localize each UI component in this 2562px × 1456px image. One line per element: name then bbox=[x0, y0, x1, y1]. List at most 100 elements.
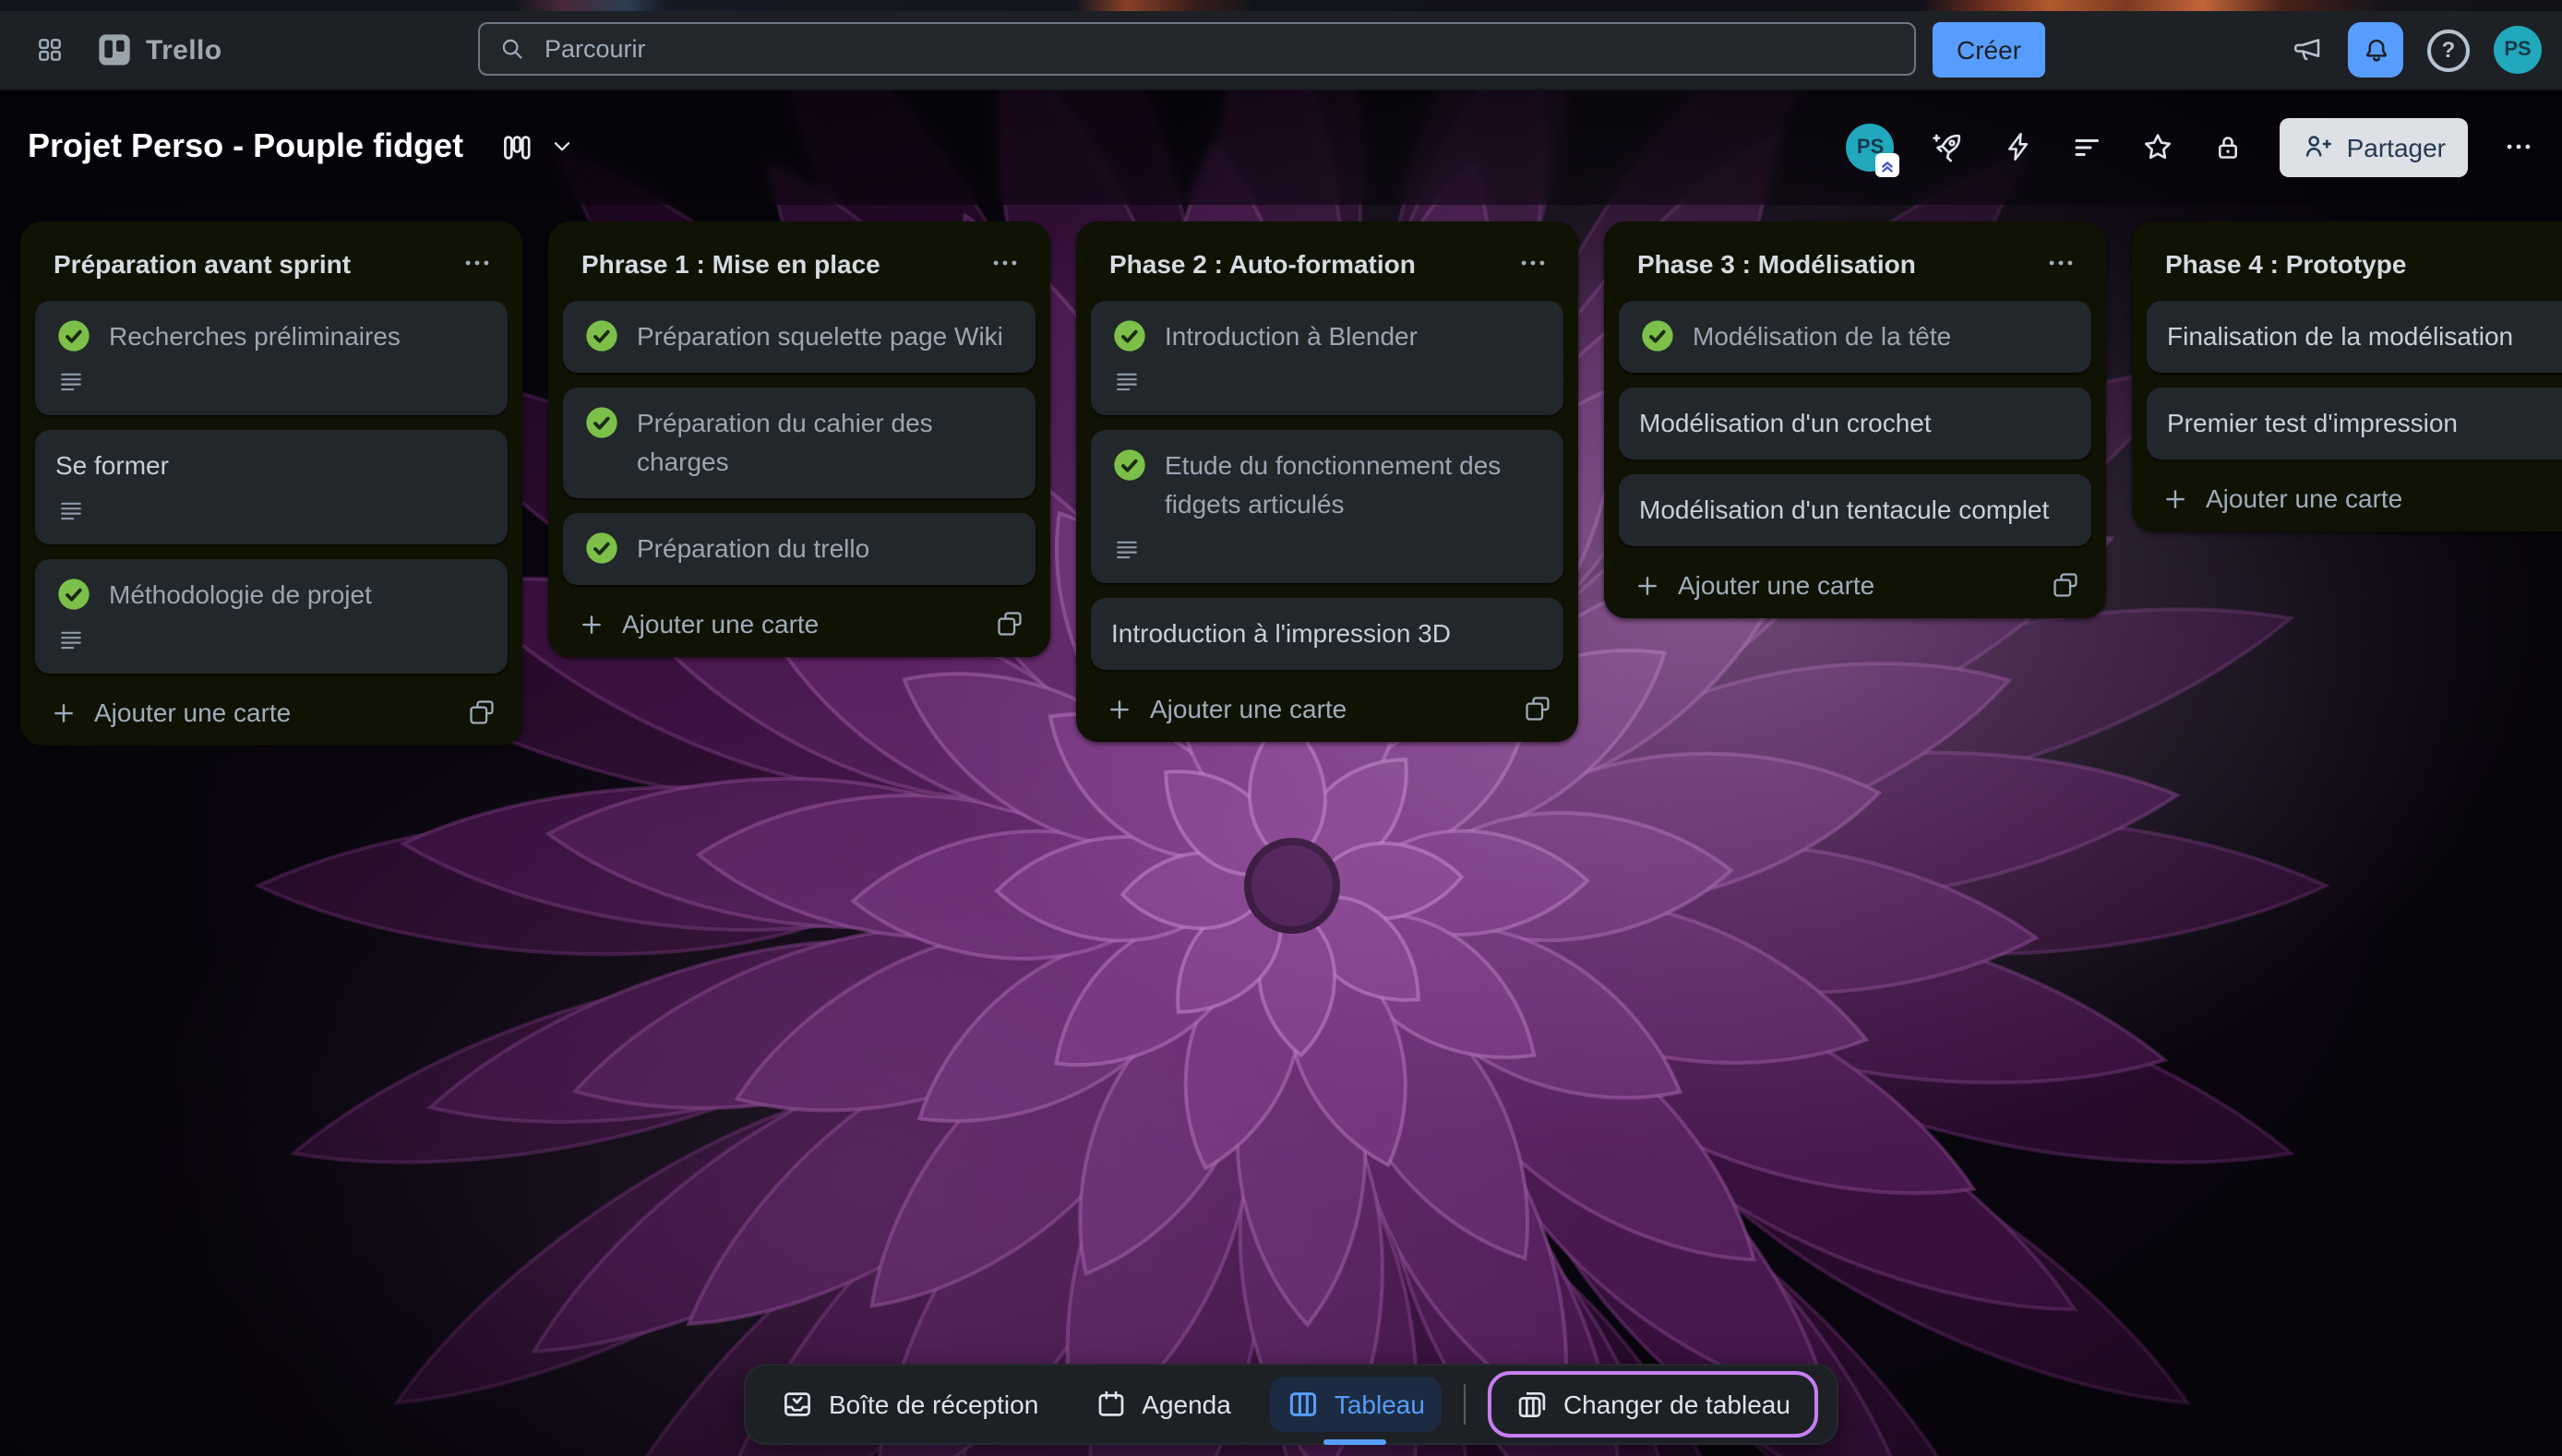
board-canvas: Préparation avant sprint Recherches prél… bbox=[0, 205, 2562, 1456]
card[interactable]: Modélisation de la tête bbox=[1619, 301, 2091, 373]
card-title: Introduction à Blender bbox=[1165, 317, 1418, 356]
completed-check-icon[interactable] bbox=[583, 530, 620, 567]
card[interactable]: Etude du fonctionnement des fidgets arti… bbox=[1091, 430, 1563, 583]
add-member-icon bbox=[2303, 131, 2334, 162]
board-switch-icon bbox=[1515, 1388, 1549, 1421]
visibility-lock-icon[interactable] bbox=[2212, 130, 2245, 163]
create-button[interactable]: Créer bbox=[1933, 22, 2045, 78]
filter-icon[interactable] bbox=[2072, 130, 2105, 163]
create-from-template-icon[interactable] bbox=[1523, 694, 1552, 723]
card[interactable]: Introduction à l'impression 3D bbox=[1091, 598, 1563, 670]
bottom-tab-label: Agenda bbox=[1142, 1390, 1231, 1419]
description-icon bbox=[57, 629, 487, 653]
create-from-template-icon[interactable] bbox=[467, 698, 497, 727]
power-ups-rocket-icon[interactable] bbox=[1930, 128, 1967, 165]
add-card-button[interactable]: Ajouter une carte bbox=[563, 600, 1036, 642]
card[interactable]: Recherches préliminaires bbox=[35, 301, 508, 415]
card-title: Se former bbox=[55, 447, 169, 485]
completed-check-icon[interactable] bbox=[55, 317, 92, 354]
bottom-tab-calendar[interactable]: Agenda bbox=[1077, 1377, 1248, 1432]
list-1: Phrase 1 : Mise en place Préparation squ… bbox=[548, 221, 1050, 657]
card-title: Recherches préliminaires bbox=[109, 317, 401, 356]
list-title[interactable]: Phrase 1 : Mise en place bbox=[581, 248, 986, 278]
card-title: Introduction à l'impression 3D bbox=[1111, 615, 1451, 653]
card[interactable]: Modélisation d'un crochet bbox=[1619, 388, 2091, 459]
description-icon bbox=[57, 500, 487, 524]
card[interactable]: Modélisation d'un tentacule complet bbox=[1619, 474, 2091, 546]
list-title[interactable]: Phase 4 : Prototype bbox=[2165, 248, 2562, 278]
list-menu-icon[interactable] bbox=[986, 244, 1024, 282]
card-title: Etude du fonctionnement des fidgets arti… bbox=[1165, 447, 1543, 524]
plus-icon bbox=[2161, 484, 2189, 512]
view-switcher[interactable] bbox=[500, 130, 574, 163]
list-0: Préparation avant sprint Recherches prél… bbox=[20, 221, 522, 746]
notifications-button[interactable] bbox=[2348, 22, 2403, 78]
list-menu-icon[interactable] bbox=[1514, 244, 1552, 282]
add-card-button[interactable]: Ajouter une carte bbox=[1091, 685, 1563, 727]
add-card-button[interactable]: Ajouter une carte bbox=[35, 688, 508, 731]
bottom-view-bar: Boîte de réception Agenda Tableau Changer d… bbox=[744, 1364, 1838, 1445]
list-title[interactable]: Phase 3 : Modélisation bbox=[1637, 248, 2041, 278]
completed-check-icon[interactable] bbox=[55, 576, 92, 613]
create-from-template-icon[interactable] bbox=[2051, 570, 2080, 600]
bottom-bar-divider bbox=[1464, 1384, 1466, 1425]
card[interactable]: Se former bbox=[35, 430, 508, 544]
bottom-tab-board-switch[interactable]: Changer de tableau bbox=[1488, 1371, 1818, 1438]
share-button[interactable]: Partager bbox=[2281, 117, 2468, 176]
plus-icon bbox=[50, 698, 78, 726]
bottom-tab-label: Changer de tableau bbox=[1563, 1390, 1790, 1419]
admin-badge bbox=[1876, 152, 1900, 176]
app-switcher-button[interactable] bbox=[24, 24, 76, 76]
board-member-avatar[interactable]: PS bbox=[1847, 123, 1895, 171]
card-title: Préparation squelette page Wiki bbox=[637, 317, 1003, 356]
completed-check-icon[interactable] bbox=[583, 317, 620, 354]
card-container: Préparation squelette page Wiki Préparat… bbox=[563, 301, 1036, 585]
list-menu-icon[interactable] bbox=[2041, 244, 2080, 282]
plus-icon bbox=[1106, 695, 1133, 722]
card-container: Finalisation de la modélisation Premier … bbox=[2147, 301, 2562, 459]
search-bar[interactable] bbox=[478, 22, 1916, 76]
card[interactable]: Préparation du trello bbox=[563, 513, 1036, 585]
search-input[interactable] bbox=[541, 33, 1896, 65]
user-avatar[interactable]: PS bbox=[2494, 26, 2542, 74]
announcements-icon[interactable] bbox=[2291, 33, 2324, 66]
board-title[interactable]: Projet Perso - Pouple fidget bbox=[28, 127, 463, 166]
star-icon[interactable] bbox=[2140, 128, 2177, 165]
create-from-template-icon[interactable] bbox=[995, 609, 1024, 638]
completed-check-icon[interactable] bbox=[583, 404, 620, 441]
completed-check-icon[interactable] bbox=[1111, 317, 1148, 354]
help-button[interactable]: ? bbox=[2427, 29, 2470, 71]
card-title: Méthodologie de projet bbox=[109, 576, 372, 615]
bottom-tab-board[interactable]: Tableau bbox=[1270, 1377, 1442, 1432]
card-title: Préparation du trello bbox=[637, 530, 869, 568]
card[interactable]: Premier test d'impression bbox=[2147, 388, 2562, 459]
add-card-button[interactable]: Ajouter une carte bbox=[2147, 474, 2562, 517]
card-container: Recherches préliminaires Se former Métho… bbox=[35, 301, 508, 674]
description-icon bbox=[57, 371, 487, 395]
trello-home-button[interactable]: Trello bbox=[89, 31, 229, 68]
card[interactable]: Méthodologie de projet bbox=[35, 559, 508, 674]
calendar-icon bbox=[1094, 1388, 1127, 1421]
card-title: Modélisation d'un crochet bbox=[1639, 404, 1932, 443]
card-container: Introduction à Blender Etude du fonction… bbox=[1091, 301, 1563, 670]
app-grid-icon bbox=[35, 35, 65, 65]
card[interactable]: Introduction à Blender bbox=[1091, 301, 1563, 415]
desktop-edge-strip bbox=[0, 0, 2562, 11]
list-menu-icon[interactable] bbox=[458, 244, 497, 282]
bottom-tab-inbox[interactable]: Boîte de réception bbox=[764, 1377, 1055, 1432]
list-title[interactable]: Phase 2 : Auto-formation bbox=[1109, 248, 1514, 278]
card[interactable]: Finalisation de la modélisation bbox=[2147, 301, 2562, 373]
app-name: Trello bbox=[146, 34, 221, 66]
completed-check-icon[interactable] bbox=[1639, 317, 1676, 354]
list-title[interactable]: Préparation avant sprint bbox=[54, 248, 458, 278]
card-title: Premier test d'impression bbox=[2167, 404, 2458, 443]
card[interactable]: Préparation squelette page Wiki bbox=[563, 301, 1036, 373]
trello-logo-icon bbox=[96, 31, 133, 68]
automation-lightning-icon[interactable] bbox=[2002, 129, 2037, 164]
completed-check-icon[interactable] bbox=[1111, 447, 1148, 483]
board-menu-icon[interactable] bbox=[2503, 131, 2534, 162]
card[interactable]: Préparation du cahier des charges bbox=[563, 388, 1036, 498]
card-title: Modélisation d'un tentacule complet bbox=[1639, 491, 2049, 530]
list-4: Phase 4 : Prototype Finalisation de la m… bbox=[2132, 221, 2562, 531]
add-card-button[interactable]: Ajouter une carte bbox=[1619, 561, 2091, 603]
